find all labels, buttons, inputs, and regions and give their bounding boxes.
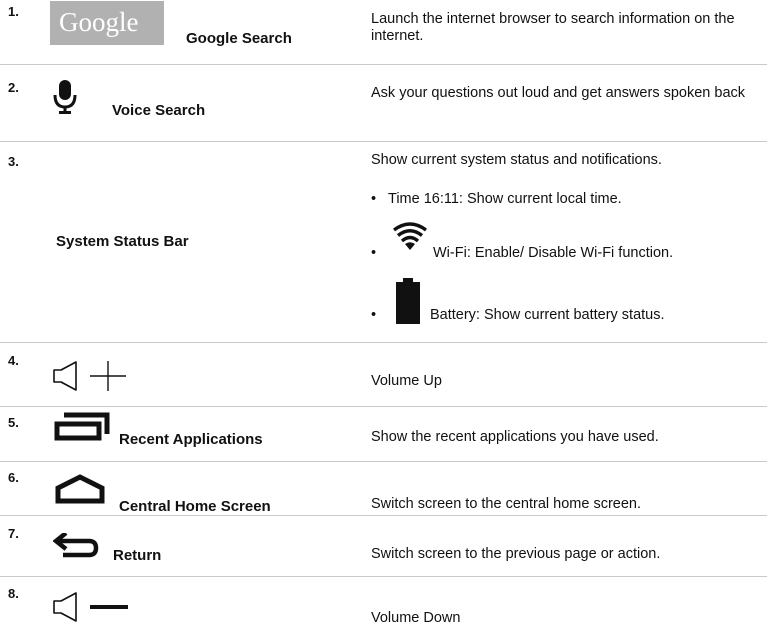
- row-number: 7.: [8, 526, 19, 541]
- row-number: 8.: [8, 586, 19, 601]
- bullet-marker: •: [371, 307, 377, 323]
- row-label: Google Search: [186, 30, 292, 47]
- row-description: Switch screen to the central home screen…: [371, 496, 641, 512]
- row-recent-applications: 5. Recent Applications Show the recent a…: [0, 407, 767, 461]
- bullet-marker: •: [371, 191, 377, 207]
- row-number: 4.: [8, 353, 19, 368]
- row-volume-down: 8. Volume Down: [0, 577, 767, 636]
- row-label: Return: [113, 547, 162, 564]
- bullet-time: Time 16:11: Show current local time.: [388, 191, 622, 207]
- row-number: 5.: [8, 415, 19, 430]
- row-volume-up: 4. Volume Up: [0, 343, 767, 406]
- bullet-battery: Battery: Show current battery status.: [430, 307, 665, 323]
- row-description: Volume Down: [371, 610, 461, 626]
- battery-icon: [396, 278, 420, 324]
- row-label: Recent Applications: [119, 431, 263, 448]
- row-description: Volume Up: [371, 373, 442, 389]
- row-label: System Status Bar: [56, 233, 189, 250]
- row-google-search: 1. Google Google Search Launch the inter…: [0, 0, 767, 64]
- row-number: 6.: [8, 470, 19, 485]
- bullet-wifi: Wi-Fi: Enable/ Disable Wi-Fi function.: [433, 245, 674, 261]
- row-label: Voice Search: [112, 102, 206, 119]
- row-number: 1.: [8, 4, 19, 19]
- back-icon: [53, 533, 99, 558]
- volume-down-icon: [53, 592, 128, 622]
- row-label: Central Home Screen: [119, 498, 271, 515]
- home-icon: [55, 474, 105, 504]
- row-description: Ask your questions out loud and get answ…: [371, 85, 746, 101]
- row-return: 7. Return Switch screen to the previous …: [0, 516, 767, 576]
- row-central-home-screen: 6. Central Home Screen Switch screen to …: [0, 462, 767, 515]
- recent-apps-icon: [54, 412, 110, 441]
- bullet-marker: •: [371, 245, 377, 261]
- row-description: Launch the internet browser to search in…: [371, 11, 735, 44]
- microphone-icon: [53, 80, 77, 114]
- row-description: Show the recent applications you have us…: [371, 429, 659, 445]
- row-description: Switch screen to the previous page or ac…: [371, 546, 661, 562]
- google-logo: Google: [50, 1, 164, 45]
- row-number: 2.: [8, 80, 19, 95]
- row-description: Show current system status and notificat…: [371, 152, 662, 168]
- wifi-icon: [393, 222, 427, 250]
- volume-up-icon: [53, 361, 126, 391]
- row-voice-search: 2. Voice Search Ask your questions out l…: [0, 65, 767, 141]
- row-system-status-bar: 3. System Status Bar Show current system…: [0, 142, 767, 342]
- row-number: 3.: [8, 154, 19, 169]
